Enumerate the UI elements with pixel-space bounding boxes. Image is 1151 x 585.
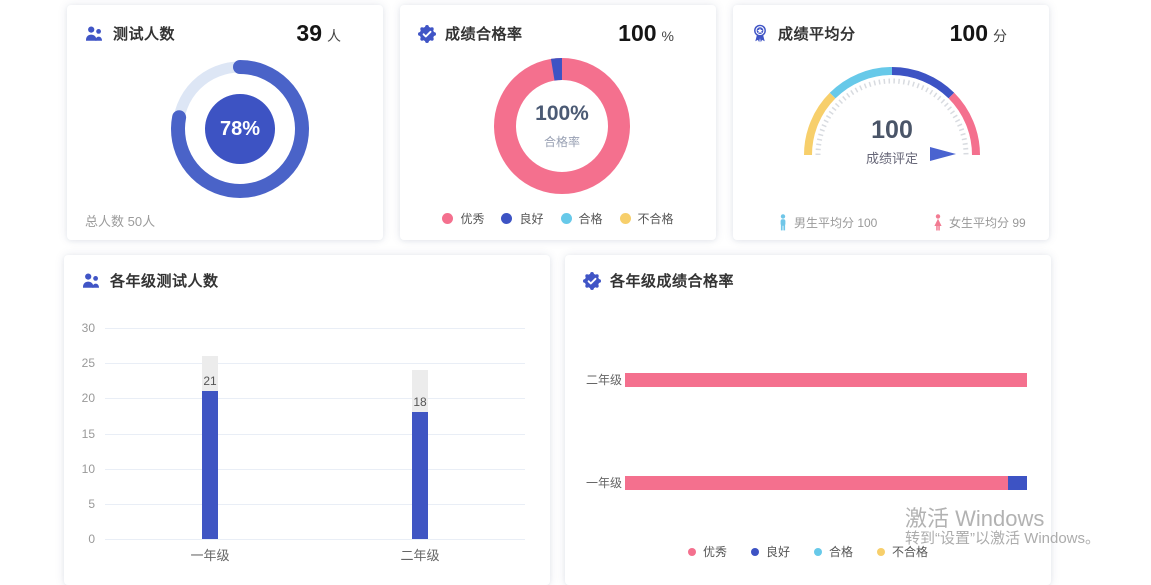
y-axis-tick-label: 30	[64, 321, 95, 335]
pass-rate-center-value: 100%	[535, 102, 589, 126]
y-axis-tick-label: 0	[64, 532, 95, 546]
card-avg-score: 成绩平均分 100 分 100 成绩评定 男生平均分 100 女生平均分 99	[733, 5, 1049, 240]
legend-item[interactable]: 优秀	[442, 210, 484, 227]
grade-count-plot: 0 5 10 15 20 25 30 21 一年级 18 二年级	[64, 255, 550, 585]
legend-dot-icon	[501, 213, 512, 224]
bar	[202, 391, 218, 539]
gauge-value: 100	[792, 116, 992, 145]
card-title: 成绩平均分	[778, 23, 856, 44]
legend-label: 不合格	[638, 210, 674, 227]
gridline	[105, 539, 525, 540]
stacked-bar	[625, 373, 1027, 387]
legend-item[interactable]: 合格	[561, 210, 603, 227]
legend-dot-icon	[620, 213, 631, 224]
x-axis-category-label: 二年级	[390, 545, 450, 564]
y-axis-category-label: 一年级	[565, 476, 622, 490]
female-average-text: 女生平均分 99	[949, 214, 1026, 231]
y-axis-tick-label: 15	[64, 427, 95, 441]
medal-icon	[751, 24, 769, 43]
legend-dot-icon	[561, 213, 572, 224]
legend-item[interactable]: 不合格	[620, 210, 674, 227]
legend-dot-icon	[877, 548, 885, 556]
gridline	[105, 398, 525, 399]
bar-segment	[1008, 476, 1027, 490]
badge-check-icon	[418, 25, 436, 43]
legend-label: 良好	[519, 210, 543, 227]
pass-rate-center-label: 合格率	[544, 133, 580, 150]
legend-dot-icon	[814, 548, 822, 556]
gridline	[105, 363, 525, 364]
test-count-value: 39	[296, 20, 322, 47]
bar-segment	[625, 476, 1008, 490]
stacked-bar	[625, 476, 1027, 490]
legend-item[interactable]: 良好	[501, 210, 543, 227]
pass-rate-unit: %	[662, 28, 674, 44]
legend-dot-icon	[688, 548, 696, 556]
avg-score-value: 100	[950, 20, 988, 47]
card-grade-count: 各年级测试人数 05101520253021一年级18二年级	[64, 255, 550, 585]
legend-label: 合格	[579, 210, 603, 227]
bar-segment	[625, 373, 1027, 387]
total-people-note: 总人数 50人	[85, 211, 155, 230]
legend-item[interactable]: 优秀	[688, 543, 727, 560]
card-avg-score-header: 成绩平均分 100 分	[733, 5, 1049, 47]
card-pass-rate: 成绩合格率 100 % 100% 合格率 优秀良好合格不合格	[400, 5, 716, 240]
avg-score-unit: 分	[993, 26, 1007, 46]
male-average-text: 男生平均分 100	[794, 214, 877, 231]
legend-label: 良好	[766, 543, 790, 560]
gridline	[105, 434, 525, 435]
legend-label: 优秀	[460, 210, 484, 227]
gauge-label: 成绩评定	[792, 148, 992, 167]
legend-label: 优秀	[703, 543, 727, 560]
tested-percent-overlay: 78%	[160, 49, 320, 209]
legend-dot-icon	[442, 213, 453, 224]
pass-rate-center: 100% 合格率	[477, 41, 647, 211]
female-average-item: 女生平均分 99	[933, 214, 1026, 231]
male-average-item: 男生平均分 100	[778, 214, 877, 231]
y-axis-tick-label: 5	[64, 497, 95, 511]
y-axis-tick-label: 10	[64, 462, 95, 476]
card-test-count: 测试人数 39 人 78% 总人数 50人	[67, 5, 383, 240]
pass-rate-legend: 优秀 良好 合格 不合格	[400, 210, 716, 227]
male-icon	[778, 214, 788, 231]
legend-item[interactable]: 合格	[814, 543, 853, 560]
gridline	[105, 469, 525, 470]
bar-value-label: 18	[400, 395, 440, 409]
female-icon	[933, 214, 943, 231]
test-count-unit: 人	[327, 26, 341, 46]
card-title: 测试人数	[113, 23, 175, 44]
bar	[412, 412, 428, 539]
legend-dot-icon	[751, 548, 759, 556]
legend-item[interactable]: 良好	[751, 543, 790, 560]
people-icon	[85, 25, 104, 42]
card-test-count-header: 测试人数 39 人	[67, 5, 383, 47]
tested-percent-text: 78%	[220, 118, 260, 141]
x-axis-category-label: 一年级	[180, 545, 240, 564]
bar-value-label: 21	[190, 374, 230, 388]
gridline	[105, 504, 525, 505]
y-axis-tick-label: 20	[64, 391, 95, 405]
y-axis-tick-label: 25	[64, 356, 95, 370]
gridline	[105, 328, 525, 329]
y-axis-category-label: 二年级	[565, 373, 622, 387]
legend-label: 合格	[829, 543, 853, 560]
windows-activation-watermark-subtitle: 转到“设置”以激活 Windows。	[905, 527, 1100, 548]
dashboard-page: { "cards": { "test_count": { "title": "测…	[0, 0, 1151, 569]
